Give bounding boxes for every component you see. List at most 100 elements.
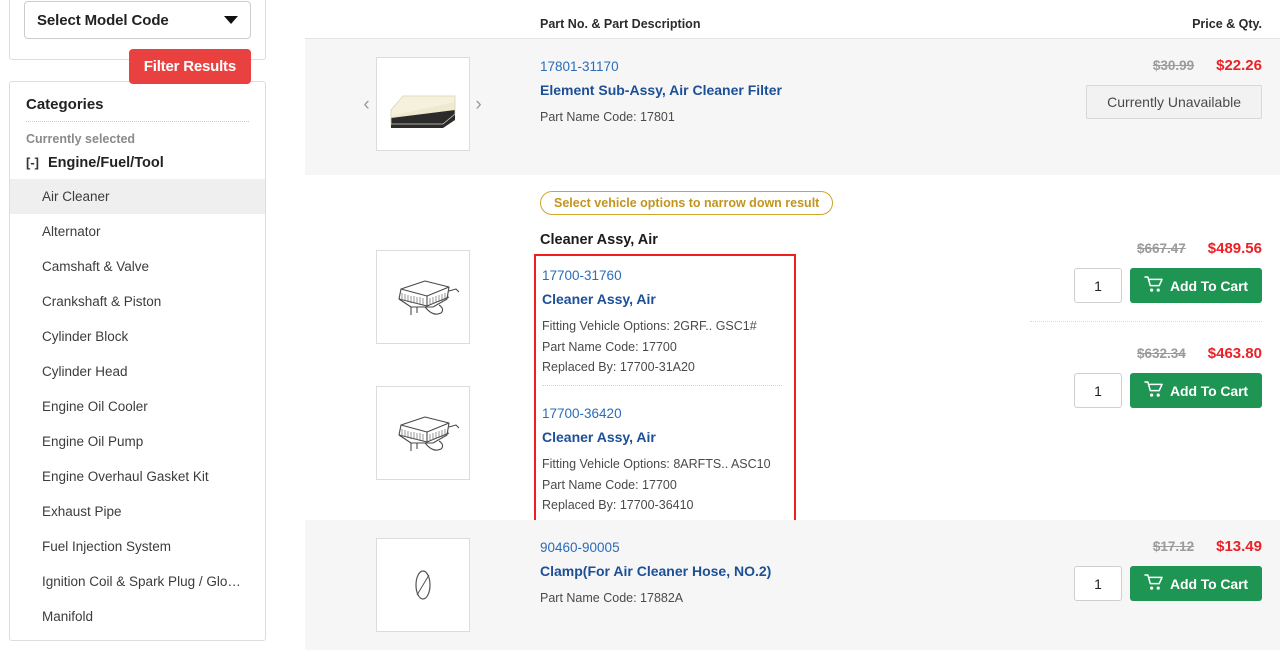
- price-cell: $17.12 $13.49 Add To Cart: [1030, 520, 1280, 601]
- fitting-vehicle-options: Fitting Vehicle Options: 2GRF.. GSC1#: [542, 319, 757, 334]
- thumbnail-cell: ‹ ›: [305, 39, 540, 151]
- categories-title: Categories: [26, 96, 104, 113]
- sidebar-item-engine-oil-cooler[interactable]: Engine Oil Cooler: [10, 389, 265, 424]
- cart-controls: Add To Cart: [1030, 566, 1262, 601]
- thumbnail-wrap: ‹ ›: [358, 538, 488, 632]
- price-block: $667.47 $489.56 1 Add To Cart: [1030, 175, 1262, 303]
- part-meta: Part Name Code: 17882A: [540, 588, 1020, 608]
- quantity-input[interactable]: [1074, 373, 1123, 408]
- replaced-by: Replaced By: 17700-31A20: [542, 359, 695, 374]
- sidebar-item-engine-overhaul-gasket-kit[interactable]: Engine Overhaul Gasket Kit: [10, 459, 265, 494]
- original-price: $667.47: [1136, 241, 1186, 256]
- add-to-cart-button[interactable]: Add To Cart: [1130, 566, 1262, 601]
- filter-row: Filter Results: [24, 49, 251, 84]
- currently-unavailable-badge: Currently Unavailable: [1086, 85, 1262, 119]
- add-to-cart-label: Add To Cart: [1170, 277, 1248, 294]
- part-image[interactable]: [375, 250, 470, 344]
- sidebar-item-cylinder-head[interactable]: Cylinder Head: [10, 354, 265, 389]
- grouped-parts-row: Select vehicle options to narrow down re…: [305, 175, 1280, 534]
- price-line: $632.34 $463.80: [1030, 345, 1262, 362]
- category-list: Air Cleaner Alternator Camshaft & Valve Cra…: [10, 179, 265, 634]
- price-cell: $30.99 $22.26 Currently Unavailable: [1030, 39, 1280, 119]
- sidebar-item-crankshaft-piston[interactable]: Crankshaft & Piston: [10, 284, 265, 319]
- cart-icon: [1144, 380, 1163, 401]
- results-main: Part No. & Part Description Price & Qty.…: [275, 0, 1280, 650]
- sale-price: $463.80: [1207, 345, 1262, 362]
- add-to-cart-label: Add To Cart: [1170, 575, 1248, 592]
- categories-panel: Categories Currently selected [-] Engine…: [9, 81, 266, 641]
- group-info-cell: Select vehicle options to narrow down re…: [534, 175, 1030, 534]
- part-meta: Part Name Code: 17801: [540, 107, 1020, 127]
- part-name-code: Part Name Code: 17700: [542, 339, 677, 354]
- filter-panel: Select Model Code Filter Results: [9, 0, 266, 84]
- original-price: $632.34: [1136, 346, 1186, 361]
- sidebar-item-alternator[interactable]: Alternator: [10, 214, 265, 249]
- add-to-cart-button[interactable]: Add To Cart: [1130, 373, 1262, 408]
- collapse-toggle-icon[interactable]: [-]: [26, 155, 39, 170]
- part-description-link[interactable]: Element Sub-Assy, Air Cleaner Filter: [540, 79, 1020, 101]
- part-number-link[interactable]: 17700-31760: [542, 266, 782, 287]
- column-header-price: Price & Qty.: [1192, 17, 1262, 31]
- sidebar-item-ignition-coil-spark-plug-glow-p[interactable]: Ignition Coil & Spark Plug / Glow P…: [10, 564, 265, 599]
- add-to-cart-button[interactable]: Add To Cart: [1130, 268, 1262, 303]
- parts-catalog-page: Select Model Code Filter Results Categor…: [0, 0, 1280, 650]
- group-thumbnail-cell: [305, 175, 540, 520]
- sale-price: $489.56: [1207, 240, 1262, 257]
- part-image[interactable]: [375, 386, 470, 480]
- part-image[interactable]: [375, 538, 470, 632]
- sidebar-item-exhaust-pipe[interactable]: Exhaust Pipe: [10, 494, 265, 529]
- sale-price: $13.49: [1216, 538, 1262, 555]
- cart-icon: [1144, 573, 1163, 594]
- part-info-cell: 90460-90005 Clamp(For Air Cleaner Hose, …: [540, 520, 1030, 609]
- table-row: ‹ › 90460-90005 Clamp(For Air Cleaner Ho…: [305, 520, 1280, 650]
- price-line: $30.99 $22.26: [1030, 57, 1262, 74]
- list-item: 17700-36420 Cleaner Assy, Air Fitting Ve…: [542, 386, 782, 523]
- original-price: $17.12: [1152, 539, 1195, 554]
- part-name-code: Part Name Code: 17801: [540, 110, 675, 125]
- highlighted-parts-box: 17700-31760 Cleaner Assy, Air Fitting Ve…: [534, 254, 796, 534]
- group-thumbnail-b-wrap: [375, 386, 470, 480]
- part-number-link[interactable]: 17801-31170: [540, 57, 1020, 78]
- model-code-select[interactable]: Select Model Code: [24, 1, 251, 39]
- list-item: 17700-31760 Cleaner Assy, Air Fitting Ve…: [542, 266, 782, 385]
- selected-category-name: Engine/Fuel/Tool: [48, 155, 164, 171]
- replaced-by: Replaced By: 17700-36410: [542, 497, 694, 512]
- sidebar-item-camshaft-valve[interactable]: Camshaft & Valve: [10, 249, 265, 284]
- thumbnail-carousel: ‹ ›: [358, 57, 488, 151]
- table-row: ‹ › 17801-31170 Element Sub-Assy, Air Cl…: [305, 39, 1280, 175]
- part-description-link[interactable]: Clamp(For Air Cleaner Hose, NO.2): [540, 560, 1020, 582]
- sidebar-item-fuel-injection-system[interactable]: Fuel Injection System: [10, 529, 265, 564]
- add-to-cart-label: Add To Cart: [1170, 382, 1248, 399]
- part-number-link[interactable]: 90460-90005: [540, 538, 1020, 559]
- fitting-vehicle-options: Fitting Vehicle Options: 8ARFTS.. ASC10: [542, 457, 771, 472]
- chevron-down-icon: [224, 16, 238, 24]
- part-description-link[interactable]: Cleaner Assy, Air: [542, 288, 782, 310]
- cart-icon: [1144, 275, 1163, 296]
- chevron-right-icon[interactable]: ›: [470, 95, 488, 114]
- part-info-cell: 17801-31170 Element Sub-Assy, Air Cleane…: [540, 39, 1030, 128]
- part-image[interactable]: [375, 57, 470, 151]
- part-meta: Fitting Vehicle Options: 2GRF.. GSC1# Pa…: [542, 316, 782, 377]
- sidebar-item-manifold[interactable]: Manifold: [10, 599, 265, 634]
- cart-controls: Add To Cart: [1030, 373, 1262, 408]
- thumbnail-cell: ‹ ›: [305, 520, 540, 632]
- sidebar: Select Model Code Filter Results Categor…: [0, 0, 275, 650]
- currently-selected-label: Currently selected: [26, 132, 136, 146]
- filter-results-button[interactable]: Filter Results: [128, 49, 251, 84]
- model-code-select-label: Select Model Code: [37, 11, 169, 29]
- sidebar-item-air-cleaner[interactable]: Air Cleaner: [10, 179, 265, 214]
- part-name-code: Part Name Code: 17882A: [540, 591, 684, 606]
- group-title: Cleaner Assy, Air: [540, 232, 658, 248]
- results-header: Part No. & Part Description Price & Qty.: [305, 0, 1280, 39]
- quantity-input[interactable]: [1074, 566, 1123, 601]
- part-description-link[interactable]: Cleaner Assy, Air: [542, 426, 782, 448]
- quantity-input[interactable]: [1074, 268, 1123, 303]
- part-name-code: Part Name Code: 17700: [542, 477, 677, 492]
- selected-category-row[interactable]: [-] Engine/Fuel/Tool: [10, 152, 265, 179]
- part-number-link[interactable]: 17700-36420: [542, 404, 782, 425]
- price-block: $632.34 $463.80 1 Add To Cart: [1030, 322, 1262, 408]
- chevron-left-icon[interactable]: ‹: [358, 95, 376, 114]
- sidebar-item-engine-oil-pump[interactable]: Engine Oil Pump: [10, 424, 265, 459]
- column-header-part: Part No. & Part Description: [540, 17, 701, 31]
- sidebar-item-cylinder-block[interactable]: Cylinder Block: [10, 319, 265, 354]
